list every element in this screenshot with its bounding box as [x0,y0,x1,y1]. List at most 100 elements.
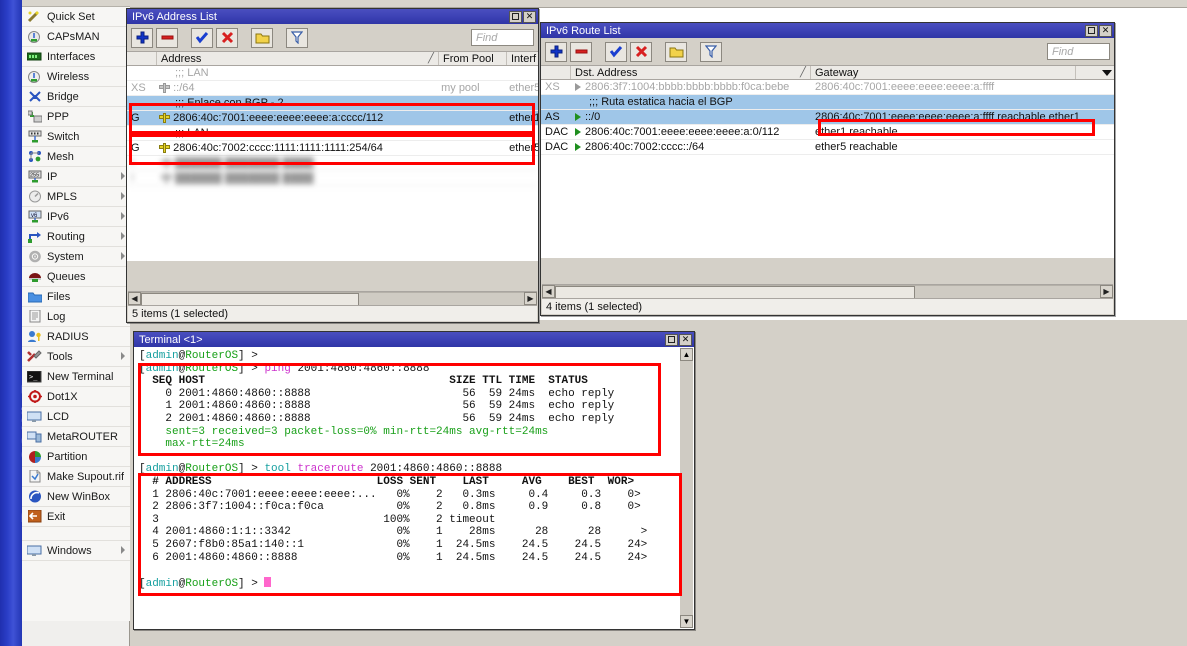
hscroll-left-arrow[interactable]: ◀ [128,292,141,305]
sidebar-item-label: MPLS [47,190,77,203]
table-row[interactable]: G 2806:40c:7001:eeee:eeee:eeee:a:cccc/112… [127,111,538,126]
disable-button[interactable] [216,27,238,48]
close-button[interactable]: ✕ [679,333,692,346]
remove-button[interactable] [570,41,592,62]
sidebar-item-files[interactable]: Files [22,287,130,307]
comment-icon[interactable] [251,27,273,48]
table-row[interactable]: AS::/0 2806:40c:7001:eeee:eeee:eeee:a:fff… [541,110,1114,125]
table-row[interactable]: I ██████ ███████ ████ [127,171,538,186]
table-row[interactable]: ;;; Ruta estatica hacia el BGP [541,95,1114,110]
column-header-address[interactable]: Address ╱ [157,52,439,65]
table-row[interactable]: ;;; LAN [127,126,538,141]
sidebar-item-partition[interactable]: Partition [22,447,130,467]
sidebar-item-quick-set[interactable]: Quick Set [22,7,130,27]
find-input[interactable]: Find [1047,43,1110,60]
address-window-titlebar[interactable]: IPv6 Address List ✕ [127,9,538,24]
sidebar-item-queues[interactable]: Queues [22,267,130,287]
terminal-titlebar[interactable]: Terminal <1> ✕ [134,332,694,347]
table-row[interactable]: XS::/64 my pool ether5 [127,81,538,96]
sidebar-item-mpls[interactable]: MPLS [22,187,130,207]
hscroll-right-arrow[interactable]: ▶ [1100,285,1113,298]
address-hscrollbar[interactable]: ◀ ▶ [128,291,537,306]
sidebar-item-make-supout-rif[interactable]: Make Supout.rif [22,467,130,487]
terminal-table-header: SEQ HOST SIZE TTL TIME STATUS [139,375,588,388]
column-header-gateway[interactable]: Gateway [811,66,1076,79]
column-header-interf[interactable]: Interf [507,52,541,65]
maximize-button[interactable] [1085,24,1098,37]
table-row[interactable]: DAC 2806:40c:7001:eeee:eeee:eeee:a:0/112 e… [541,125,1114,140]
close-button[interactable]: ✕ [523,10,536,23]
filter-icon[interactable] [700,41,722,62]
sidebar-item-lcd[interactable]: LCD [22,407,130,427]
table-row[interactable]: ;;; LAN [127,66,538,81]
close-button[interactable]: ✕ [1099,24,1112,37]
enable-button[interactable] [605,41,627,62]
sidebar-item-exit[interactable]: Exit [22,507,130,527]
gateway-cell: ether5 reachable [815,141,898,153]
column-header-dst-address[interactable]: Dst. Address ╱ [571,66,811,79]
route-table-header: Dst. Address ╱ Gateway [541,65,1114,80]
sidebar-item-mesh[interactable]: Mesh [22,147,130,167]
add-button[interactable] [131,27,153,48]
sidebar-item-new-winbox[interactable]: New WinBox [22,487,130,507]
column-chooser-button[interactable] [1076,66,1114,79]
hscroll-track[interactable] [555,285,1100,299]
hscroll-right-arrow[interactable]: ▶ [524,292,537,305]
sidebar-item-bridge[interactable]: Bridge [22,87,130,107]
table-row[interactable]: DAC 2806:40c:7002:cccc::/64 ether5 reachab… [541,140,1114,155]
sidebar-item-radius[interactable]: RADIUS [22,327,130,347]
address-pin-icon [159,143,171,154]
gateway-cell: 2806:40c:7001:eeee:eeee:eeee:a:ffff reac… [815,111,1080,123]
hscroll-track[interactable] [141,292,524,306]
sidebar-item-ip[interactable]: 255 IP [22,167,130,187]
sidebar-item-interfaces[interactable]: Interfaces [22,47,130,67]
sidebar-item-ipv6[interactable]: v6 IPv6 [22,207,130,227]
disable-button[interactable] [630,41,652,62]
add-button[interactable] [545,41,567,62]
column-header-flags[interactable] [541,66,571,79]
sidebar-item-dot1x[interactable]: Dot1X [22,387,130,407]
column-header-from-pool[interactable]: From Pool [439,52,507,65]
sidebar-item-new-terminal[interactable]: >_ New Terminal [22,367,130,387]
terminal-cursor-line[interactable]: [admin@RouterOS] > [139,576,680,591]
table-row[interactable]: XS 2806:3f7:1004:bbbb:bbbb:bbbb:f0ca:bebe… [541,80,1114,95]
table-row[interactable]: ;;; Enlace con BGP - 2 [127,96,538,111]
comment-icon[interactable] [665,41,687,62]
vscroll-up-arrow[interactable]: ▲ [680,348,693,361]
ipv6-address-list-window[interactable]: IPv6 Address List ✕ Find Address ╱ From … [126,8,553,323]
chevron-right-icon [121,546,125,554]
sidebar-item-wireless[interactable]: Wireless [22,67,130,87]
route-window-titlebar[interactable]: IPv6 Route List ✕ [541,23,1114,38]
table-row[interactable]: G 2806:40c:7002:cccc:1111:1111:1111:254/6… [127,141,538,156]
vscroll-track[interactable] [680,361,693,615]
route-window-title: IPv6 Route List [546,24,621,37]
sidebar-item-switch[interactable]: Switch [22,127,130,147]
route-active-arrow-icon [575,113,581,122]
hscroll-left-arrow[interactable]: ◀ [542,285,555,298]
maximize-button[interactable] [665,333,678,346]
column-header-flags[interactable] [127,52,157,65]
dst-address-cell: 2806:40c:7002:cccc::/64 [571,141,811,153]
enable-button[interactable] [191,27,213,48]
chevron-down-icon [1102,69,1112,76]
sidebar-item-tools[interactable]: Tools [22,347,130,367]
table-row[interactable]: I ██████ ███████ ████ [127,156,538,171]
terminal-vscrollbar[interactable]: ▲ ▼ [680,348,693,628]
sidebar-item-ppp[interactable]: PPP [22,107,130,127]
remove-button[interactable] [156,27,178,48]
maximize-button[interactable] [509,10,522,23]
route-hscrollbar[interactable]: ◀ ▶ [542,284,1113,299]
terminal-window[interactable]: Terminal <1> ✕ [admin@RouterOS] > [admin… [133,331,695,630]
sidebar-item-system[interactable]: System [22,247,130,267]
sidebar-item-routing[interactable]: Routing [22,227,130,247]
terminal-output[interactable]: [admin@RouterOS] > [admin@RouterOS] > pi… [135,348,680,628]
filter-icon[interactable] [286,27,308,48]
sidebar-item-capsman[interactable]: CAPsMAN [22,27,130,47]
vscroll-down-arrow[interactable]: ▼ [680,615,693,628]
sidebar-item-label: Routing [47,230,85,243]
sidebar-item-windows[interactable]: Windows [22,541,130,561]
find-input[interactable]: Find [471,29,534,46]
sidebar-item-metarouter[interactable]: MetaROUTER [22,427,130,447]
sidebar-item-log[interactable]: Log [22,307,130,327]
ipv6-route-list-window[interactable]: IPv6 Route List ✕ Find Dst. Address ╱ Ga… [540,22,1115,316]
